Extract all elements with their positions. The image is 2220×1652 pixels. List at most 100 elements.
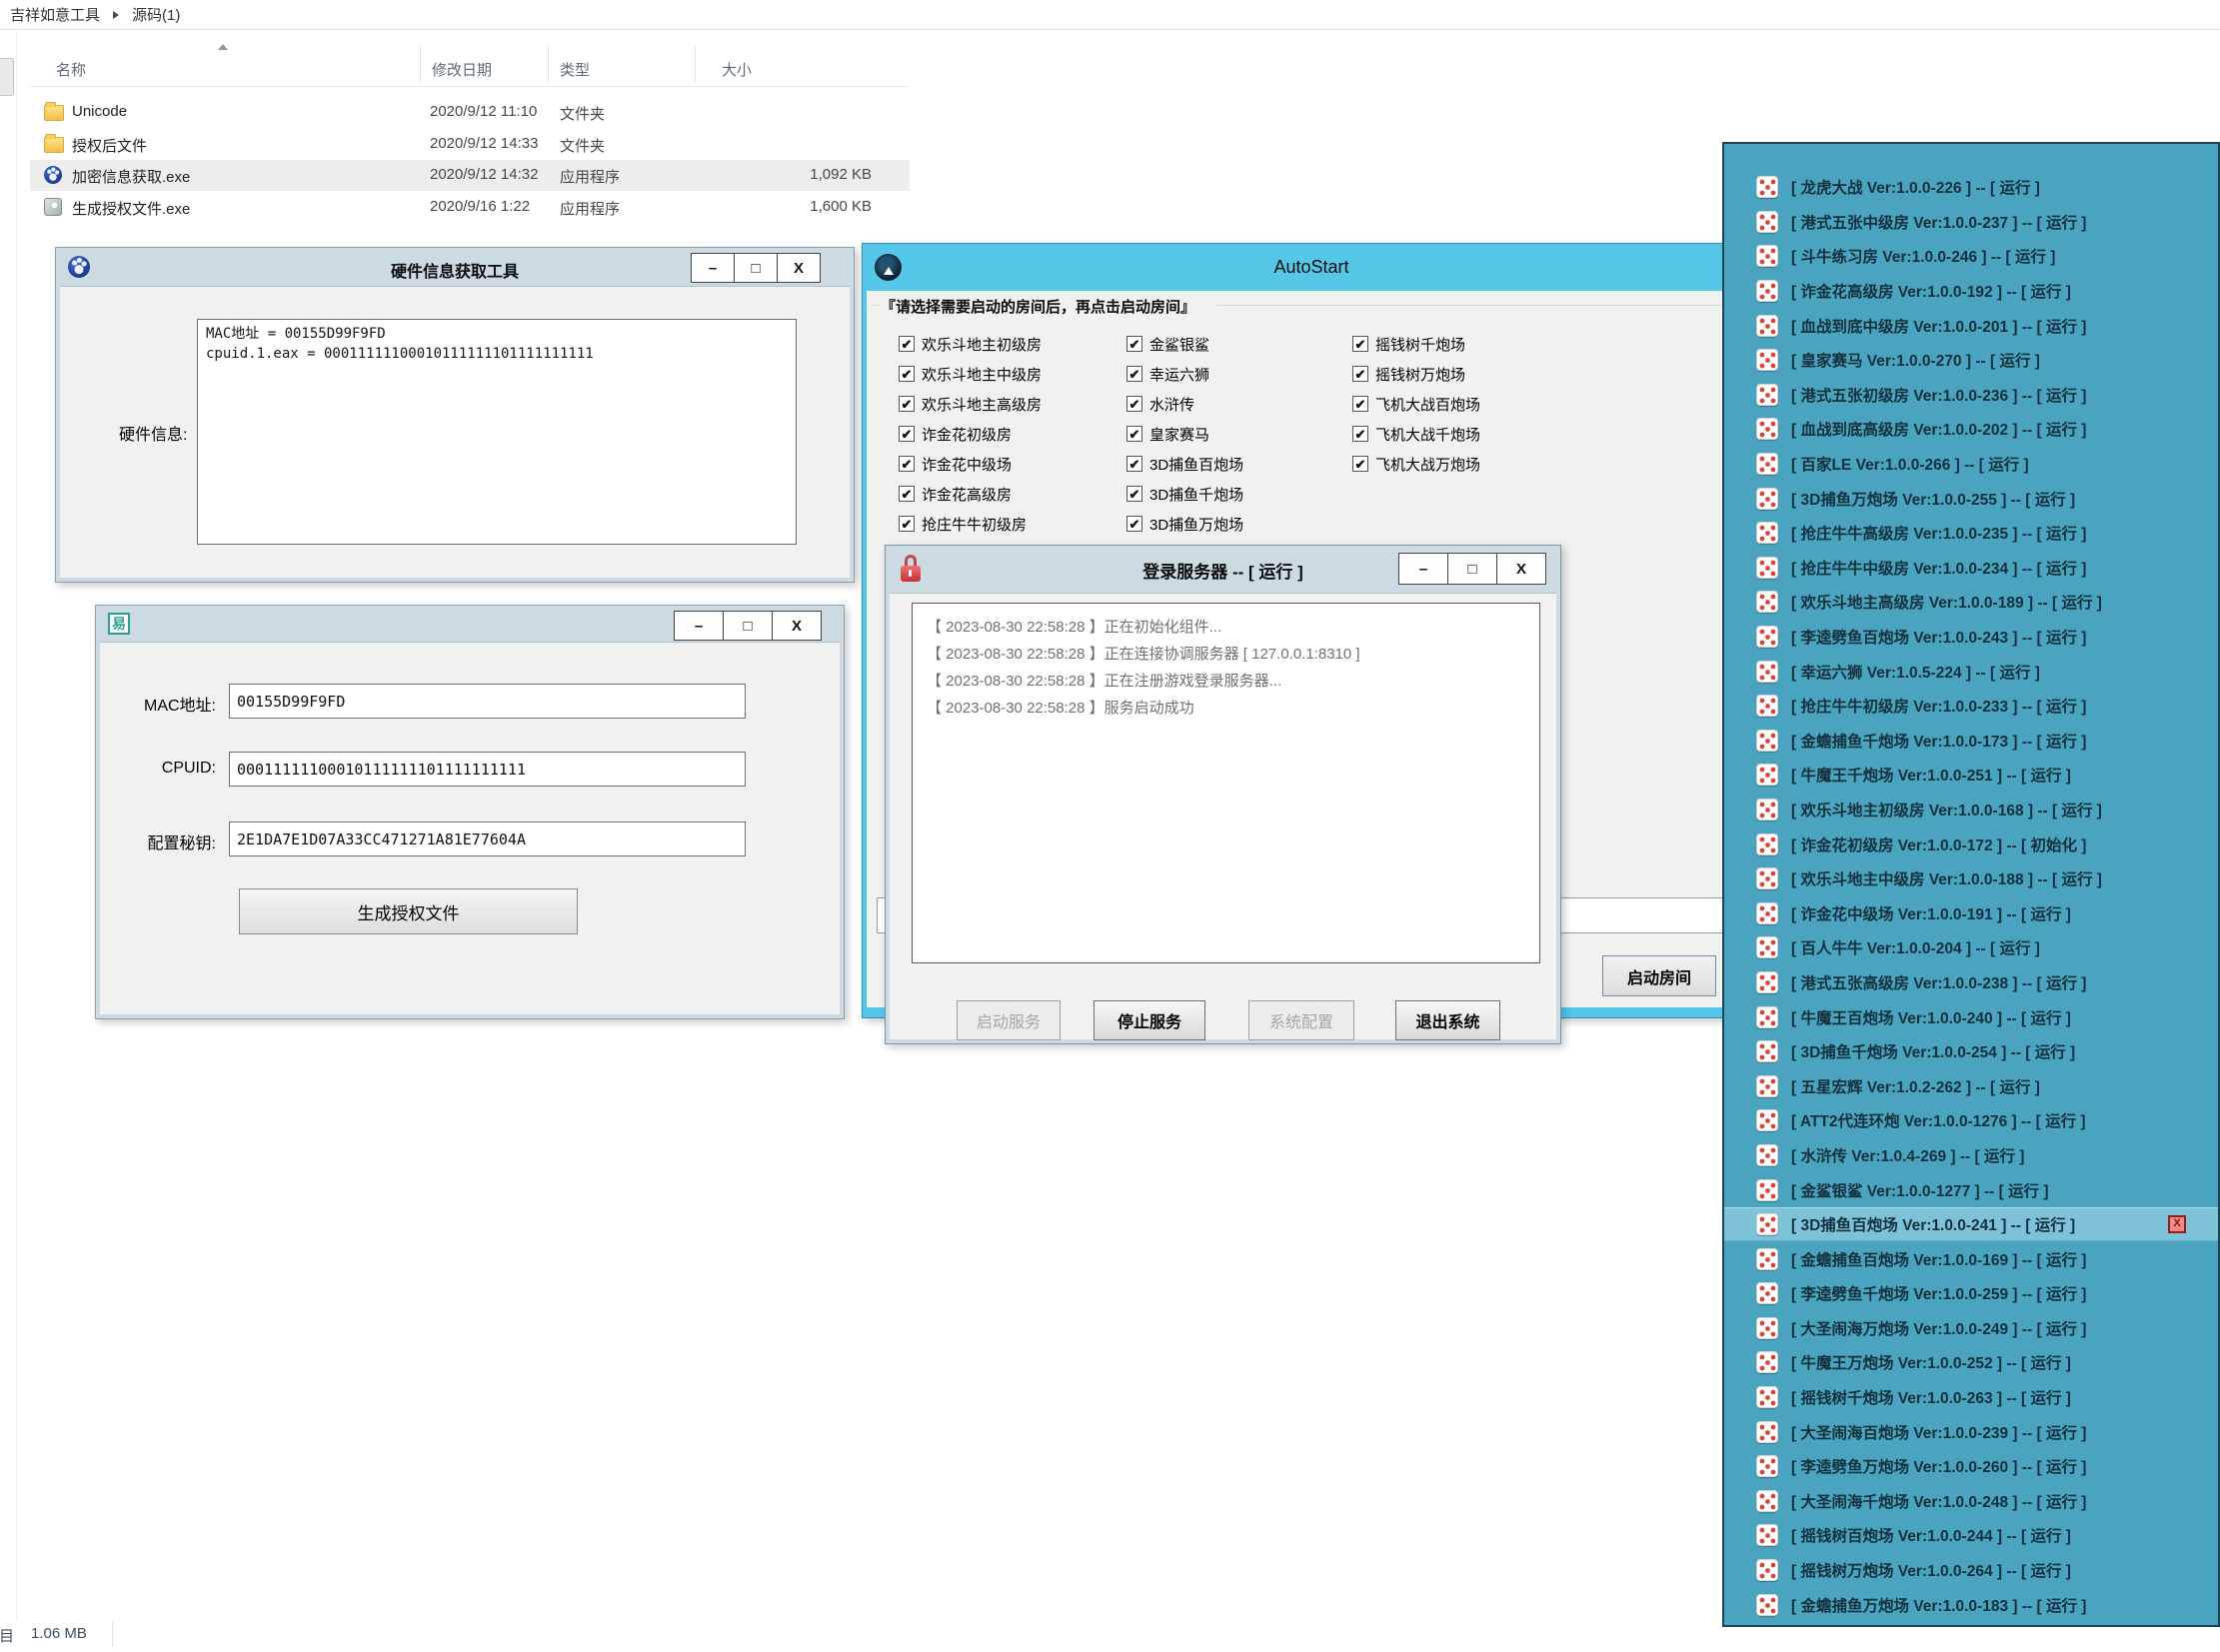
room-row[interactable]: [ 金蟾捕鱼万炮场 Ver:1.0.0-183 ] -- [ 运行 ] (1724, 1587, 2218, 1622)
room-row[interactable]: [ 摇钱树百炮场 Ver:1.0.0-244 ] -- [ 运行 ] (1724, 1518, 2218, 1553)
room-row[interactable]: [ 摇钱树万炮场 Ver:1.0.0-264 ] -- [ 运行 ] (1724, 1553, 2218, 1588)
checkbox-box[interactable]: ✔ (1352, 426, 1368, 442)
room-row[interactable]: [ 3D捕鱼万炮场 Ver:1.0.0-255 ] -- [ 运行 ] (1724, 481, 2218, 516)
room-row[interactable]: [ 牛魔王万炮场 Ver:1.0.0-252 ] -- [ 运行 ] (1724, 1345, 2218, 1380)
room-row[interactable]: [ 李逵劈鱼百炮场 Ver:1.0.0-243 ] -- [ 运行 ] (1724, 620, 2218, 655)
room-row[interactable]: [ 大圣闹海百炮场 Ver:1.0.0-239 ] -- [ 运行 ] (1724, 1414, 2218, 1449)
close-button[interactable]: X (777, 253, 821, 283)
minimize-button[interactable]: – (1398, 553, 1448, 585)
room-row[interactable]: [ 抢庄牛牛高级房 Ver:1.0.0-235 ] -- [ 运行 ] (1724, 516, 2218, 551)
checkbox-金鲨银鲨[interactable]: ✔金鲨银鲨 (1126, 330, 1209, 358)
checkbox-box[interactable]: ✔ (899, 486, 915, 502)
checkbox-box[interactable]: ✔ (899, 396, 915, 412)
room-row[interactable]: [ 3D捕鱼百炮场 Ver:1.0.0-241 ] -- [ 运行 ]X (1724, 1207, 2218, 1242)
start-rooms-button[interactable]: 启动房间 (1602, 955, 1716, 996)
room-row[interactable]: [ 幸运六狮 Ver:1.0.5-224 ] -- [ 运行 ] (1724, 654, 2218, 689)
checkbox-飞机大战百炮场[interactable]: ✔飞机大战百炮场 (1352, 390, 1480, 418)
room-row[interactable]: [ 李逵劈鱼万炮场 Ver:1.0.0-260 ] -- [ 运行 ] (1724, 1449, 2218, 1484)
checkbox-box[interactable]: ✔ (899, 426, 915, 442)
room-row[interactable]: [ 金蟾捕鱼千炮场 Ver:1.0.0-173 ] -- [ 运行 ] (1724, 724, 2218, 759)
checkbox-box[interactable]: ✔ (899, 516, 915, 532)
room-row[interactable]: [ 百人牛牛 Ver:1.0.0-204 ] -- [ 运行 ] (1724, 930, 2218, 965)
room-row[interactable]: [ 抢庄牛牛初级房 Ver:1.0.0-233 ] -- [ 运行 ] (1724, 689, 2218, 724)
room-row[interactable]: [ 血战到底高级房 Ver:1.0.0-202 ] -- [ 运行 ] (1724, 412, 2218, 447)
close-button[interactable]: X (1496, 553, 1546, 585)
checkbox-水浒传[interactable]: ✔水浒传 (1126, 390, 1194, 418)
checkbox-3D捕鱼百炮场[interactable]: ✔3D捕鱼百炮场 (1126, 450, 1243, 478)
nav-scroll-thumb[interactable] (0, 58, 14, 96)
checkbox-欢乐斗地主初级房[interactable]: ✔欢乐斗地主初级房 (899, 330, 1042, 358)
file-row[interactable]: 生成授权文件.exe2020/9/16 1:22应用程序1,600 KB (30, 192, 910, 223)
hardware-info-textarea[interactable]: MAC地址 = 00155D99F9FDcpuid.1.eax = 000111… (197, 319, 797, 545)
room-row[interactable]: [ 百家LE Ver:1.0.0-266 ] -- [ 运行 ] (1724, 447, 2218, 482)
checkbox-box[interactable]: ✔ (1126, 456, 1142, 472)
checkbox-飞机大战万炮场[interactable]: ✔飞机大战万炮场 (1352, 450, 1480, 478)
room-row[interactable]: [ 牛魔王百炮场 Ver:1.0.0-240 ] -- [ 运行 ] (1724, 999, 2218, 1034)
room-row[interactable]: [ 诈金花中级场 Ver:1.0.0-191 ] -- [ 运行 ] (1724, 895, 2218, 930)
checkbox-诈金花高级房[interactable]: ✔诈金花高级房 (899, 480, 1012, 508)
room-row[interactable]: [ ATT2代连环炮 Ver:1.0.0-1276 ] -- [ 运行 ] (1724, 1103, 2218, 1138)
room-row[interactable]: [ 大圣闹海千炮场 Ver:1.0.0-248 ] -- [ 运行 ] (1724, 1484, 2218, 1519)
room-row[interactable]: [ 欢乐斗地主初级房 Ver:1.0.0-168 ] -- [ 运行 ] (1724, 793, 2218, 827)
server-button-停止服务[interactable]: 停止服务 (1094, 1000, 1205, 1040)
checkbox-诈金花初级房[interactable]: ✔诈金花初级房 (899, 420, 1012, 448)
mac-field[interactable]: 00155D99F9FD (229, 684, 746, 719)
room-row[interactable]: [ 港式五张高级房 Ver:1.0.0-238 ] -- [ 运行 ] (1724, 965, 2218, 1000)
checkbox-box[interactable]: ✔ (1126, 516, 1142, 532)
close-button[interactable]: X (772, 611, 822, 641)
checkbox-box[interactable]: ✔ (1126, 366, 1142, 382)
room-row[interactable]: [ 大圣闹海万炮场 Ver:1.0.0-249 ] -- [ 运行 ] (1724, 1311, 2218, 1346)
checkbox-摇钱树千炮场[interactable]: ✔摇钱树千炮场 (1352, 330, 1465, 358)
room-row[interactable]: [ 摇钱树千炮场 Ver:1.0.0-263 ] -- [ 运行 ] (1724, 1380, 2218, 1415)
server-log-panel[interactable]: 【 2023-08-30 22:58:28 】正在初始化组件...【 2023-… (912, 603, 1540, 963)
room-row[interactable]: [ 牛魔王千炮场 Ver:1.0.0-251 ] -- [ 运行 ] (1724, 758, 2218, 793)
server-button-退出系统[interactable]: 退出系统 (1395, 1000, 1500, 1040)
room-row[interactable]: [ 金鲨银鲨 Ver:1.0.0-1277 ] -- [ 运行 ] (1724, 1172, 2218, 1207)
checkbox-box[interactable]: ✔ (1126, 426, 1142, 442)
checkbox-box[interactable]: ✔ (1126, 396, 1142, 412)
checkbox-抢庄牛牛初级房[interactable]: ✔抢庄牛牛初级房 (899, 510, 1027, 538)
file-row[interactable]: Unicode2020/9/12 11:10文件夹 (30, 97, 910, 128)
checkbox-box[interactable]: ✔ (1352, 366, 1368, 382)
room-row[interactable]: [ 血战到底中级房 Ver:1.0.0-201 ] -- [ 运行 ] (1724, 308, 2218, 343)
checkbox-飞机大战千炮场[interactable]: ✔飞机大战千炮场 (1352, 420, 1480, 448)
room-row[interactable]: [ 欢乐斗地主高级房 Ver:1.0.0-189 ] -- [ 运行 ] (1724, 585, 2218, 620)
room-close-button[interactable]: X (2168, 1215, 2186, 1233)
checkbox-box[interactable]: ✔ (1126, 336, 1142, 352)
checkbox-欢乐斗地主中级房[interactable]: ✔欢乐斗地主中级房 (899, 360, 1042, 388)
checkbox-box[interactable]: ✔ (899, 366, 915, 382)
room-row[interactable]: [ 欢乐斗地主中级房 Ver:1.0.0-188 ] -- [ 运行 ] (1724, 861, 2218, 896)
room-row[interactable]: [ 金蟾捕鱼百炮场 Ver:1.0.0-169 ] -- [ 运行 ] (1724, 1241, 2218, 1276)
checkbox-摇钱树万炮场[interactable]: ✔摇钱树万炮场 (1352, 360, 1465, 388)
checkbox-诈金花中级场[interactable]: ✔诈金花中级场 (899, 450, 1012, 478)
room-row[interactable]: [ 斗牛练习房 Ver:1.0.0-246 ] -- [ 运行 ] (1724, 239, 2218, 274)
checkbox-box[interactable]: ✔ (899, 336, 915, 352)
checkbox-皇家赛马[interactable]: ✔皇家赛马 (1126, 420, 1209, 448)
room-row[interactable]: [ 诈金花初级房 Ver:1.0.0-172 ] -- [ 初始化 ] (1724, 826, 2218, 861)
minimize-button[interactable]: – (691, 253, 735, 283)
cpuid-field[interactable]: 00011111100010111111101111111111 (229, 752, 746, 787)
maximize-button[interactable]: □ (734, 253, 778, 283)
checkbox-box[interactable]: ✔ (1126, 486, 1142, 502)
checkbox-box[interactable]: ✔ (1352, 396, 1368, 412)
file-row[interactable]: 加密信息获取.exe2020/9/12 14:32应用程序1,092 KB (30, 160, 910, 191)
minimize-button[interactable]: – (674, 611, 724, 641)
room-row[interactable]: [ 李逵劈鱼千炮场 Ver:1.0.0-259 ] -- [ 运行 ] (1724, 1276, 2218, 1311)
key-field[interactable]: 2E1DA7E1D07A33CC471271A81E77604A (229, 822, 746, 856)
room-row[interactable]: [ 港式五张初级房 Ver:1.0.0-236 ] -- [ 运行 ] (1724, 378, 2218, 413)
file-row[interactable]: 授权后文件2020/9/12 14:33文件夹 (30, 129, 910, 160)
maximize-button[interactable]: □ (723, 611, 773, 641)
maximize-button[interactable]: □ (1447, 553, 1497, 585)
checkbox-3D捕鱼万炮场[interactable]: ✔3D捕鱼万炮场 (1126, 510, 1243, 538)
room-row[interactable]: [ 诈金花高级房 Ver:1.0.0-192 ] -- [ 运行 ] (1724, 274, 2218, 309)
room-row[interactable]: [ 3D捕鱼千炮场 Ver:1.0.0-254 ] -- [ 运行 ] (1724, 1034, 2218, 1069)
room-row[interactable]: [ 抢庄牛牛中级房 Ver:1.0.0-234 ] -- [ 运行 ] (1724, 551, 2218, 586)
room-row[interactable]: [ 五星宏辉 Ver:1.0.2-262 ] -- [ 运行 ] (1724, 1068, 2218, 1103)
checkbox-幸运六狮[interactable]: ✔幸运六狮 (1126, 360, 1209, 388)
checkbox-box[interactable]: ✔ (1352, 336, 1368, 352)
room-row[interactable]: [ 港式五张中级房 Ver:1.0.0-237 ] -- [ 运行 ] (1724, 205, 2218, 240)
checkbox-box[interactable]: ✔ (1352, 456, 1368, 472)
room-row[interactable]: [ 水浒传 Ver:1.0.4-269 ] -- [ 运行 ] (1724, 1138, 2218, 1173)
generate-license-button[interactable]: 生成授权文件 (239, 888, 578, 934)
checkbox-box[interactable]: ✔ (899, 456, 915, 472)
